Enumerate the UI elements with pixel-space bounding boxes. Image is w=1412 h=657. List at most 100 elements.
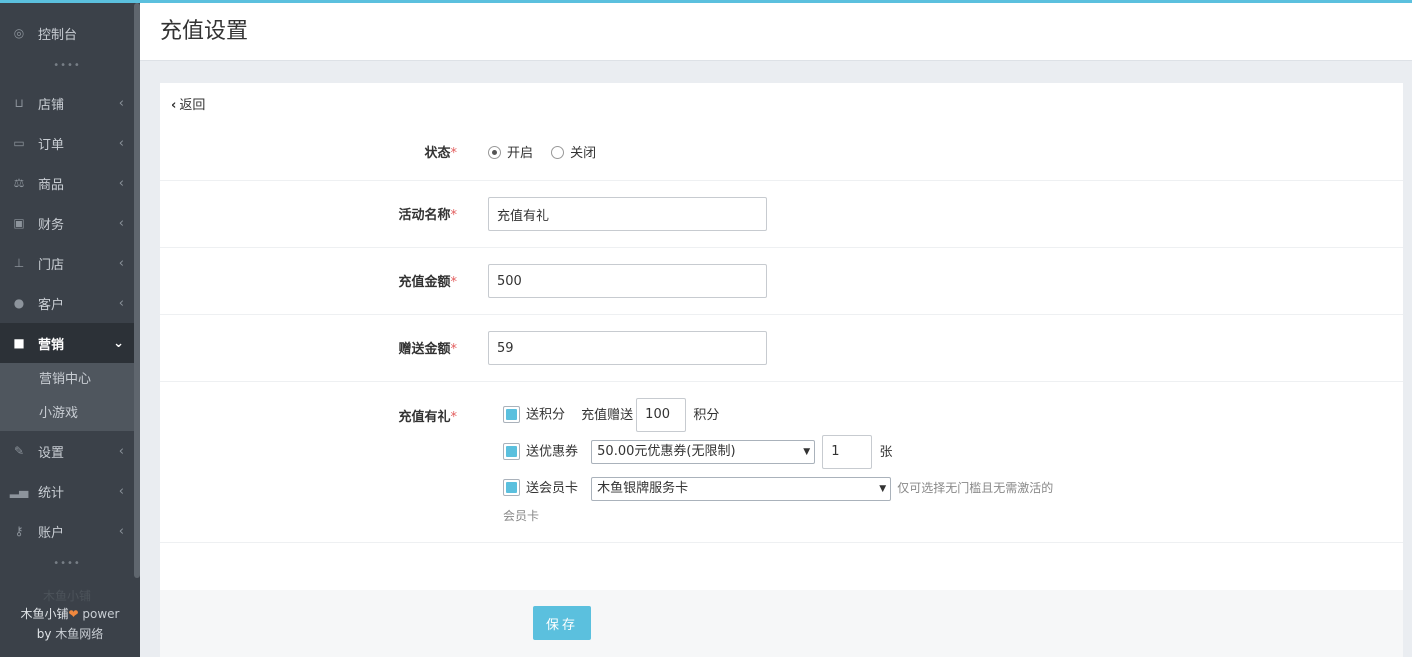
sidebar-footer: 木鱼小铺❤ power by 木鱼网络 <box>0 604 140 644</box>
sidebar-item-label: 控制台 <box>38 27 78 43</box>
sidebar-item-label: 统计 <box>38 485 65 501</box>
chevron-left-icon: ‹ <box>118 295 124 311</box>
coupon-select[interactable]: 50.00元优惠券(无限制) ▼ <box>591 440 816 464</box>
activity-name-row: 活动名称* <box>160 181 1403 248</box>
sidebar-item-label: 财务 <box>38 217 65 233</box>
sidebar-item-label: 账户 <box>38 525 65 541</box>
chevron-left-icon: ‹ <box>118 443 124 459</box>
sidebar-item-finance[interactable]: ▣ 财务 ‹ <box>0 203 134 243</box>
bonus-amount-label: 赠送金额* <box>398 342 457 357</box>
form-actions: 保存 <box>160 590 1403 657</box>
sidebar-item-label: 客户 <box>38 297 65 313</box>
card-checkbox[interactable] <box>503 479 520 496</box>
points-prefix: 充值赠送 <box>581 407 634 423</box>
points-checkbox[interactable] <box>503 405 520 423</box>
card-hint-continued: 会员卡 <box>503 509 540 523</box>
brand-name: 木鱼小铺 <box>20 607 69 621</box>
users-icon: ● <box>13 296 25 310</box>
chevron-left-icon: ‹ <box>118 175 124 191</box>
footer-line-2: by 木鱼网络 <box>0 624 140 644</box>
sidebar-item-label: 营销 <box>38 337 65 353</box>
status-off-radio[interactable] <box>551 146 565 159</box>
basket-icon: ⊔ <box>14 96 24 110</box>
sidebar-item-orders[interactable]: ▭ 订单 ‹ <box>0 123 134 163</box>
coupon-count-input[interactable]: 1 <box>822 435 873 469</box>
sidebar-item-customers[interactable]: ● 客户 ‹ <box>0 283 134 323</box>
save-button[interactable]: 保存 <box>533 606 591 640</box>
bonus-amount-row: 赠送金额* <box>160 315 1403 382</box>
signal-icon: ▂▄ <box>9 484 29 498</box>
back-link[interactable]: ‹ 返回 <box>171 94 205 113</box>
by-text: by <box>36 627 56 641</box>
sidebar-item-marketing[interactable]: ■ 营销 ⌄ <box>0 323 134 363</box>
sidebar-item-settings[interactable]: ✎ 设置 ‹ <box>0 431 134 471</box>
points-label: 送积分 <box>526 407 566 423</box>
separator-dots: •••• <box>53 558 81 569</box>
page-title: 充值设置 <box>160 19 249 44</box>
chevron-down-icon: ⌄ <box>113 335 124 351</box>
form-panel: ‹返回 状态* 开启 关闭 活动名称* 充值金额* 赠送金额* 充值有礼* 送积… <box>160 83 1403 657</box>
chevron-left-icon: ‹ <box>118 255 124 271</box>
recharge-amount-input[interactable] <box>488 264 767 298</box>
order-icon: ▭ <box>13 136 25 150</box>
recharge-amount-row: 充值金额* <box>160 248 1403 315</box>
card-label: 送会员卡 <box>526 481 579 496</box>
card-hint: 仅可选择无门槛且无需激活的 <box>897 481 1054 495</box>
sidebar-item-store[interactable]: ⊔ 店铺 ‹ <box>0 83 134 123</box>
gift-points-line: 送积分 充值赠送 100 积分 <box>503 398 719 432</box>
dropdown-arrow-icon: ▼ <box>879 483 887 494</box>
coupon-unit: 张 <box>879 444 893 460</box>
money-icon: ▣ <box>13 216 25 230</box>
status-on-radio[interactable] <box>488 146 501 159</box>
back-label: 返回 <box>179 98 206 113</box>
gift-row: 充值有礼* 送积分 充值赠送 100 积分 送优惠券 50.00元优惠券(无限制)… <box>160 382 1403 543</box>
power-text: power <box>78 607 120 621</box>
sidebar-item-dashboard[interactable]: ◎ 控制台 <box>0 13 134 53</box>
page-header: 充值设置 <box>140 3 1412 61</box>
gift-icon: ■ <box>13 336 25 350</box>
footer-line-1: 木鱼小铺❤ power <box>0 604 140 624</box>
sidebar-item-label: 店铺 <box>38 97 65 113</box>
sidebar-item-statistics[interactable]: ▂▄ 统计 ‹ <box>0 471 134 511</box>
chevron-left-icon: ‹ <box>171 98 177 113</box>
status-off-label: 关闭 <box>570 146 597 161</box>
recharge-amount-label: 充值金额* <box>398 275 458 290</box>
sidebar-item-products[interactable]: ⚖ 商品 ‹ <box>0 163 134 203</box>
separator-dots: •••• <box>53 60 81 71</box>
required-mark: * <box>450 410 458 425</box>
marketing-submenu: 营销中心 小游戏 <box>0 363 134 431</box>
submenu-item-marketing-center[interactable]: 营销中心 <box>0 363 134 397</box>
dropdown-arrow-icon: ▼ <box>803 447 811 457</box>
sidebar-item-label: 商品 <box>38 177 65 193</box>
gift-coupon-line: 送优惠券 50.00元优惠券(无限制) ▼ 1 张 <box>503 435 892 469</box>
points-input[interactable]: 100 <box>636 398 687 432</box>
required-mark: * <box>450 146 458 161</box>
chevron-left-icon: ‹ <box>118 483 124 499</box>
sidebar-item-account[interactable]: ⚷ 账户 ‹ <box>0 511 134 551</box>
scale-icon: ⚖ <box>13 176 25 190</box>
activity-name-input[interactable] <box>488 197 767 231</box>
sidebar-item-stores[interactable]: ⊥ 门店 ‹ <box>0 243 134 283</box>
bonus-amount-input[interactable] <box>488 331 767 365</box>
chevron-left-icon: ‹ <box>118 523 124 539</box>
company-name: 木鱼网络 <box>55 627 104 641</box>
chevron-left-icon: ‹ <box>118 215 124 231</box>
activity-name-label: 活动名称* <box>398 208 458 223</box>
sidebar-scrollbar[interactable] <box>134 3 140 578</box>
required-mark: * <box>450 275 458 290</box>
sidebar-item-label: 订单 <box>38 137 65 153</box>
sidebar-item-label: 设置 <box>38 445 65 461</box>
gift-label: 充值有礼* <box>398 410 458 425</box>
chevron-left-icon: ‹ <box>118 95 124 111</box>
status-row: 状态* 开启 关闭 <box>160 128 1403 181</box>
sidebar: ◎ 控制台 •••• ⊔ 店铺 ‹ ▭ 订单 ‹ ⚖ 商品 ‹ ▣ 财务 ‹ ⊥… <box>0 3 140 657</box>
faded-brand-text: 木鱼小铺 <box>42 589 91 603</box>
required-mark: * <box>450 208 458 223</box>
card-selected: 木鱼银牌服务卡 <box>597 480 689 496</box>
gift-card-line: 送会员卡 木鱼银牌服务卡 ▼ 仅可选择无门槛且无需激活的 <box>503 471 1053 505</box>
card-select[interactable]: 木鱼银牌服务卡 ▼ <box>591 476 892 501</box>
coupon-label: 送优惠券 <box>526 444 579 460</box>
submenu-item-mini-games[interactable]: 小游戏 <box>0 397 134 431</box>
coupon-checkbox[interactable] <box>503 442 520 460</box>
wrench-icon: ✎ <box>13 444 25 458</box>
